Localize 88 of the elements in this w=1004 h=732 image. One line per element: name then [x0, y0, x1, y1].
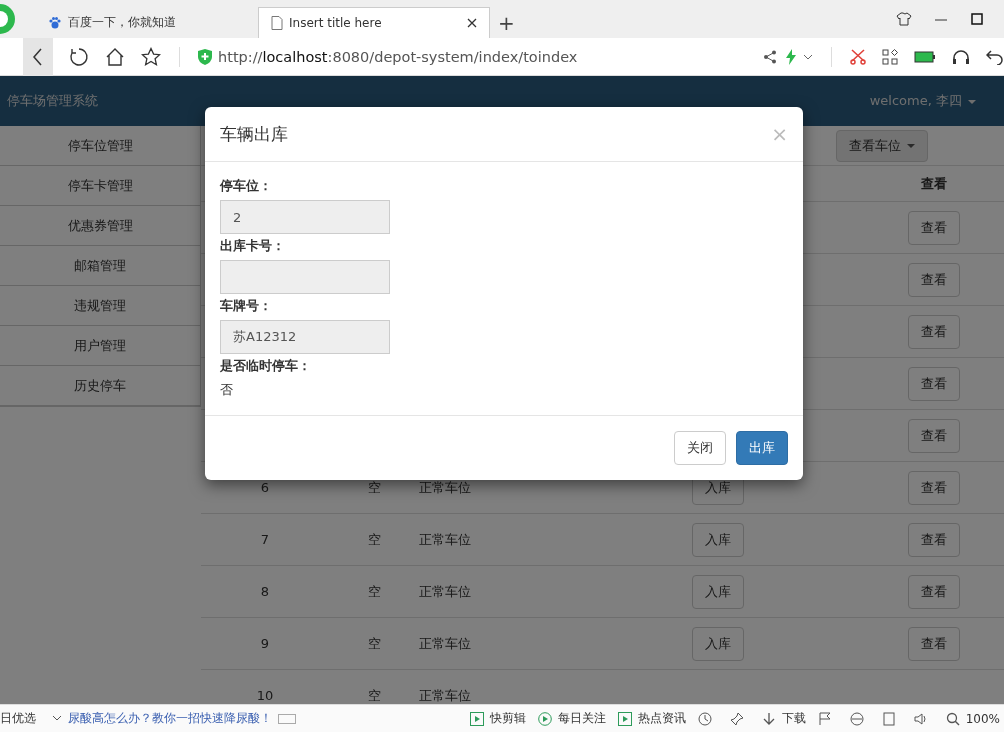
card-icon [278, 713, 296, 724]
table-cell: 空 [367, 686, 381, 704]
sidebar-item[interactable]: 停车卡管理 [0, 166, 200, 206]
view-button[interactable]: 查看 [908, 262, 960, 297]
view-button[interactable]: 查看 [908, 210, 960, 245]
play-icon[interactable] [537, 711, 552, 726]
flag-icon[interactable] [817, 711, 832, 726]
back-icon [33, 47, 43, 66]
refresh-icon[interactable] [69, 46, 89, 67]
status-item[interactable]: 每日关注 [557, 710, 606, 727]
headphones-icon[interactable] [952, 48, 970, 65]
sidebar-item[interactable]: 违规管理 [0, 286, 200, 326]
park-button[interactable]: 入库 [692, 574, 744, 609]
apps-icon[interactable] [882, 48, 898, 65]
column-header: 查看 [920, 174, 948, 193]
search-icon[interactable] [945, 711, 960, 726]
table-cell: 正常车位 [419, 582, 471, 601]
park-button[interactable]: 入库 [692, 522, 744, 557]
page-icon [271, 16, 283, 30]
table-cell: 10 [256, 688, 274, 703]
scissors-icon[interactable] [850, 48, 866, 65]
close-icon[interactable] [467, 18, 477, 28]
view-button[interactable]: 查看 [908, 418, 960, 453]
maximize-icon[interactable] [970, 12, 984, 26]
table-cell: 正常车位 [419, 686, 471, 704]
view-button[interactable]: 查看 [908, 626, 960, 661]
user-menu[interactable]: welcome, 李四 [869, 92, 976, 110]
pin-icon[interactable] [729, 711, 744, 726]
download-icon[interactable] [761, 711, 776, 726]
clock-icon[interactable] [697, 711, 712, 726]
table-cell: 6 [260, 480, 270, 495]
brand-title[interactable]: 停车场管理系统 [7, 92, 98, 110]
sidebar-item[interactable]: 停车位管理 [0, 126, 200, 166]
undo-icon[interactable] [986, 48, 1004, 65]
field-label: 出库卡号： [220, 237, 286, 255]
field-value: 否 [220, 381, 234, 399]
back-button[interactable] [23, 37, 53, 76]
view-button[interactable]: 查看 [908, 470, 960, 505]
view-button[interactable]: 查看 [908, 314, 960, 349]
shirt-icon[interactable] [896, 12, 912, 26]
download-link[interactable]: 下载 [781, 710, 806, 727]
view-spaces-dropdown[interactable]: 查看车位 [836, 129, 928, 162]
chevron-icon[interactable] [803, 53, 813, 60]
status-item[interactable]: 热点资讯 [637, 710, 686, 727]
status-item[interactable]: 快剪辑 [489, 710, 526, 727]
field-label: 停车位： [220, 177, 273, 195]
sidebar-item[interactable]: 用户管理 [0, 326, 200, 366]
lightning-icon[interactable] [785, 48, 797, 65]
sidebar-item[interactable]: 优惠券管理 [0, 206, 200, 246]
browser-logo-icon[interactable] [0, 4, 16, 34]
submit-button[interactable]: 出库 [736, 431, 788, 465]
sidebar-item[interactable]: 历史停车 [0, 366, 200, 406]
home-icon[interactable] [105, 46, 125, 67]
table-cell: 正常车位 [419, 634, 471, 653]
table-cell: 7 [260, 532, 270, 547]
view-button[interactable]: 查看 [908, 522, 960, 557]
table-cell: 空 [367, 478, 381, 497]
table-cell: 9 [260, 636, 270, 651]
sidebar-item[interactable]: 邮箱管理 [0, 246, 200, 286]
zoom-level[interactable]: 100% [965, 711, 1000, 726]
paw-icon [48, 15, 62, 30]
table-cell: 空 [367, 634, 381, 653]
cancel-button[interactable]: 关闭 [674, 431, 726, 465]
view-button[interactable]: 查看 [908, 366, 960, 401]
shield-icon [198, 48, 212, 65]
star-icon[interactable] [141, 46, 161, 67]
table-cell: 正常车位 [419, 478, 471, 497]
table-cell: 空 [367, 530, 381, 549]
park-button[interactable]: 入库 [692, 626, 744, 661]
share-icon[interactable] [763, 49, 777, 64]
field-label: 是否临时停车： [220, 357, 312, 375]
clip-icon[interactable] [469, 711, 484, 726]
browser-tab[interactable]: Insert title here [258, 7, 490, 38]
table-cell: 空 [367, 582, 381, 601]
view-button[interactable]: 查看 [908, 574, 960, 609]
new-tab-button[interactable]: + [490, 7, 523, 38]
chevron-icon[interactable] [52, 714, 62, 723]
battery-icon[interactable] [914, 50, 936, 63]
news-link[interactable]: 尿酸高怎么办？教你一招快速降尿酸！ [68, 710, 272, 727]
status-text[interactable]: 日优选 [0, 710, 36, 727]
modal-title: 车辆出库 [220, 122, 288, 146]
browser-tab[interactable]: 百度一下，你就知道 [36, 7, 236, 38]
table-cell: 8 [260, 584, 270, 599]
browser-icon[interactable] [849, 711, 864, 726]
field-label: 车牌号： [220, 297, 273, 315]
table-cell: 正常车位 [419, 530, 471, 549]
url-field[interactable]: http://localhost:8080/depot-system/index/toindex [218, 48, 763, 65]
speaker-icon[interactable] [913, 711, 928, 726]
